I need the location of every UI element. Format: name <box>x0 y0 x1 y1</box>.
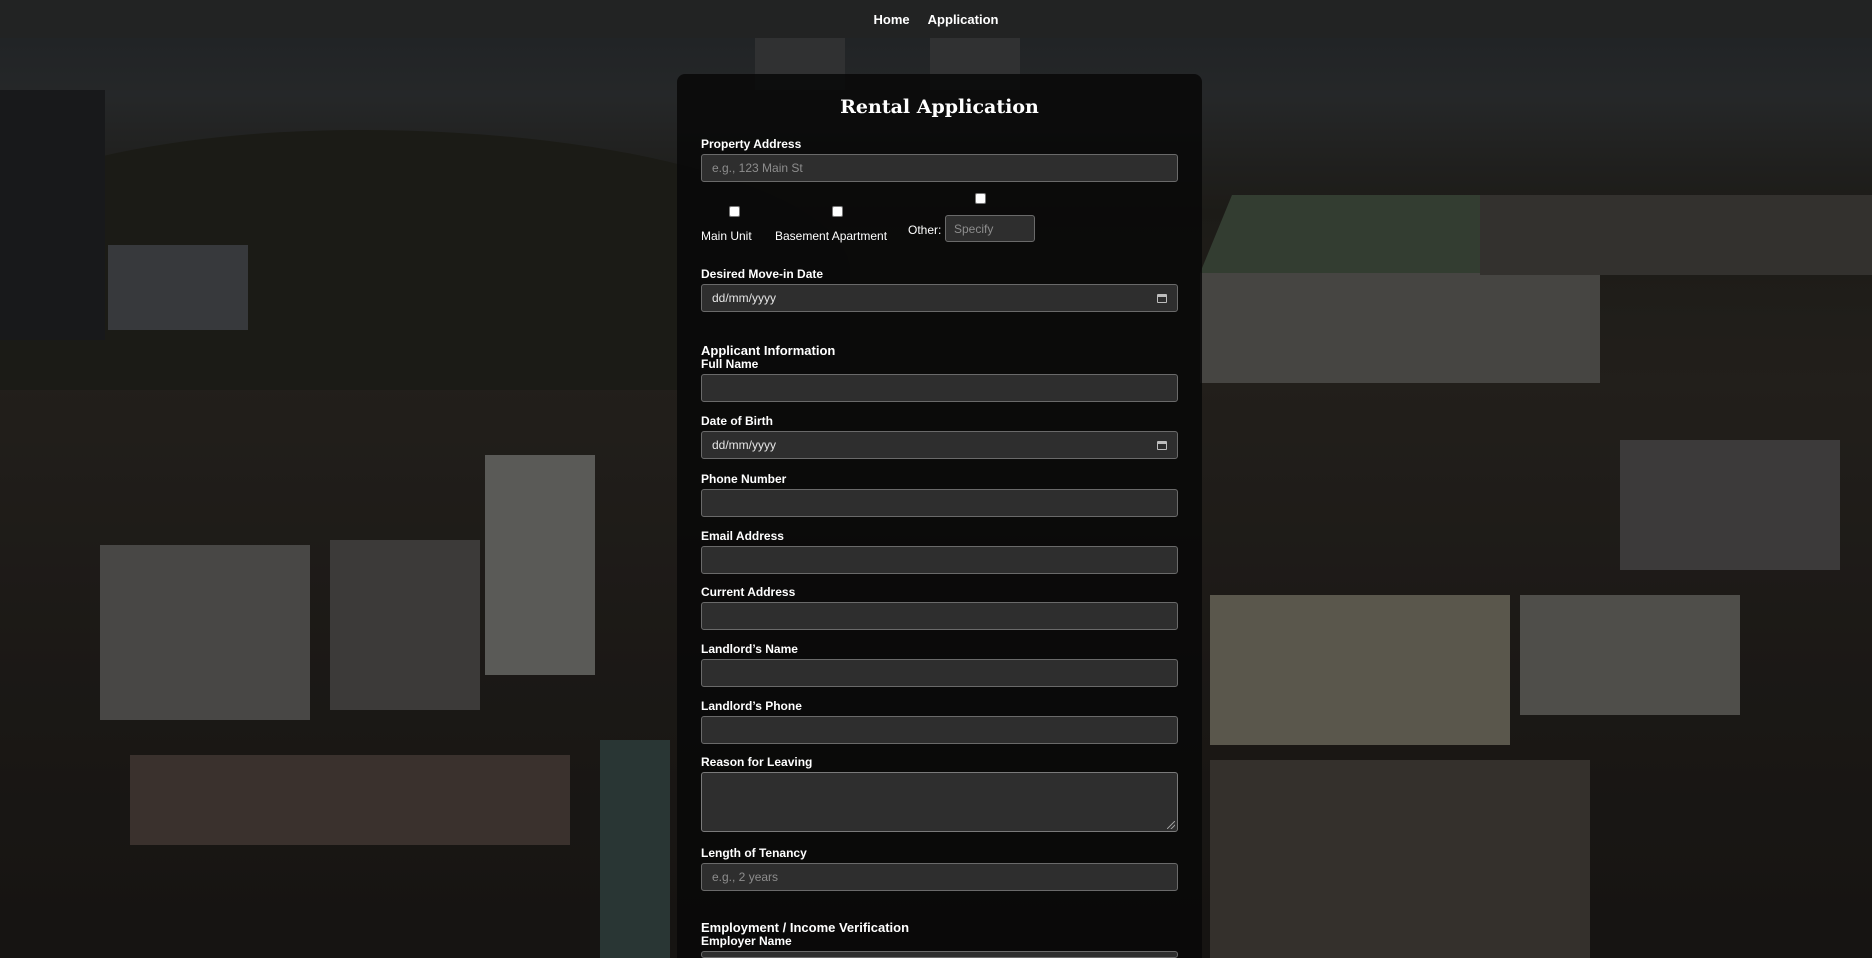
phone-number-input[interactable] <box>701 489 1178 517</box>
main-unit-label: Main Unit <box>701 229 752 243</box>
length-of-tenancy-input[interactable] <box>701 863 1178 891</box>
form-title: Rental Application <box>840 96 1039 118</box>
calendar-icon[interactable] <box>1157 440 1167 450</box>
date-of-birth-value: dd/mm/yyyy <box>712 438 777 452</box>
employment-verification-heading: Employment / Income Verification <box>701 920 910 935</box>
current-address-label: Current Address <box>701 585 796 599</box>
phone-number-label: Phone Number <box>701 472 787 486</box>
move-in-date-label: Desired Move-in Date <box>701 267 824 281</box>
property-address-label: Property Address <box>701 137 802 151</box>
move-in-date-input[interactable]: dd/mm/yyyy <box>701 284 1178 312</box>
email-address-label: Email Address <box>701 529 784 543</box>
employer-name-label: Employer Name <box>701 934 792 948</box>
email-address-input[interactable] <box>701 546 1178 574</box>
move-in-date-value: dd/mm/yyyy <box>712 291 777 305</box>
length-of-tenancy-label: Length of Tenancy <box>701 846 807 860</box>
basement-apartment-checkbox[interactable] <box>832 206 843 217</box>
nav-link-application[interactable]: Application <box>928 12 999 27</box>
landlord-name-label: Landlord’s Name <box>701 642 798 656</box>
date-of-birth-input[interactable]: dd/mm/yyyy <box>701 431 1178 459</box>
other-label: Other: <box>908 223 942 237</box>
property-address-input[interactable] <box>701 154 1178 182</box>
calendar-icon[interactable] <box>1157 293 1167 303</box>
top-nav: Home Application <box>0 0 1872 38</box>
employer-name-input[interactable] <box>701 951 1178 958</box>
landlord-phone-label: Landlord’s Phone <box>701 699 802 713</box>
reason-for-leaving-label: Reason for Leaving <box>701 755 813 769</box>
full-name-input[interactable] <box>701 374 1178 402</box>
landlord-name-input[interactable] <box>701 659 1178 687</box>
current-address-input[interactable] <box>701 602 1178 630</box>
resize-handle-icon[interactable] <box>1167 821 1175 829</box>
main-unit-checkbox[interactable] <box>729 206 740 217</box>
basement-apartment-label: Basement Apartment <box>775 229 888 243</box>
reason-for-leaving-textarea[interactable] <box>701 772 1178 832</box>
nav-link-home[interactable]: Home <box>874 12 910 27</box>
date-of-birth-label: Date of Birth <box>701 414 773 428</box>
other-checkbox[interactable] <box>975 193 986 204</box>
other-specify-input[interactable] <box>945 215 1035 242</box>
full-name-label: Full Name <box>701 357 759 371</box>
landlord-phone-input[interactable] <box>701 716 1178 744</box>
applicant-information-heading: Applicant Information <box>701 343 836 358</box>
